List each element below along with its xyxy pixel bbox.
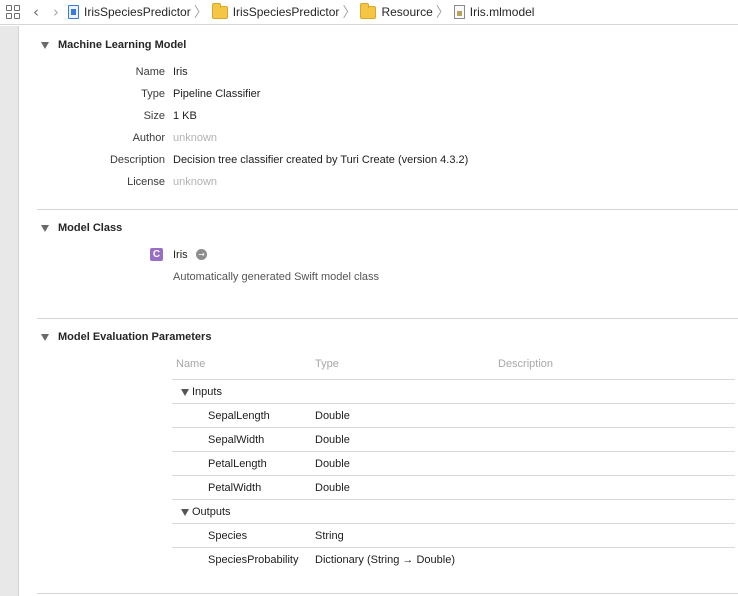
field-value-name: Iris — [173, 66, 188, 78]
row-separator — [172, 427, 735, 428]
group-row-outputs[interactable]: Outputs — [181, 506, 231, 518]
swift-class-icon: C — [150, 248, 163, 261]
breadcrumb-mlmodel-file[interactable]: Iris.mlmodel — [453, 5, 535, 19]
section-divider — [37, 209, 738, 210]
section-title: Machine Learning Model — [58, 39, 187, 51]
param-name: PetalLength — [208, 458, 267, 470]
disclosure-triangle-icon[interactable] — [41, 333, 49, 341]
field-value-description[interactable]: Decision tree classifier created by Turi… — [173, 154, 468, 166]
section-title: Model Evaluation Parameters — [58, 331, 212, 343]
param-type: Double — [315, 434, 350, 446]
field-label-description: Description — [109, 154, 165, 166]
section-header-ml-model[interactable]: Machine Learning Model — [41, 39, 186, 51]
breadcrumb-separator-icon: 〉 — [193, 5, 208, 21]
disclosure-triangle-icon[interactable] — [41, 41, 49, 49]
back-chevron-icon[interactable]: ‹ — [33, 4, 39, 20]
related-items-grid-icon[interactable] — [6, 5, 20, 19]
column-header-type[interactable]: Type — [315, 358, 339, 370]
project-icon — [68, 5, 79, 19]
mlmodel-file-icon — [453, 5, 465, 19]
field-value-license[interactable]: unknown — [173, 176, 217, 188]
group-label: Inputs — [192, 386, 222, 398]
field-value-size: 1 KB — [173, 110, 197, 122]
section-header-eval-params[interactable]: Model Evaluation Parameters — [41, 331, 211, 343]
section-divider — [37, 318, 738, 319]
breadcrumb-label: IrisSpeciesPredictor — [232, 5, 340, 19]
section-divider — [37, 593, 738, 594]
disclosure-triangle-icon[interactable] — [181, 508, 189, 516]
breadcrumb-separator-icon: 〉 — [435, 5, 450, 21]
param-type: String — [315, 530, 344, 542]
disclosure-triangle-icon[interactable] — [41, 224, 49, 232]
breadcrumb-group-folder[interactable]: IrisSpeciesPredictor 〉 — [211, 2, 361, 22]
breadcrumb-label: IrisSpeciesPredictor — [84, 5, 191, 19]
breadcrumb-separator-icon: 〉 — [342, 5, 357, 21]
param-name: SpeciesProbability — [208, 554, 299, 566]
column-header-name[interactable]: Name — [176, 358, 205, 370]
breadcrumb-label: Iris.mlmodel — [469, 5, 535, 19]
field-label-license: License — [127, 176, 165, 188]
field-value-type: Pipeline Classifier — [173, 88, 261, 100]
field-label-author: Author — [132, 132, 165, 144]
field-label-size: Size — [143, 110, 165, 122]
breadcrumb-label: Resource — [381, 5, 433, 19]
row-separator — [172, 475, 735, 476]
table-header-separator — [172, 379, 735, 380]
param-type: Dictionary (String → Double) — [315, 554, 455, 566]
go-to-source-arrow-icon[interactable]: → — [196, 249, 207, 260]
breadcrumb-resource-folder[interactable]: Resource 〉 — [360, 2, 453, 22]
group-row-inputs[interactable]: Inputs — [181, 386, 222, 398]
folder-icon — [211, 2, 228, 19]
row-separator — [172, 451, 735, 452]
field-label-name: Name — [135, 66, 165, 78]
field-label-type: Type — [141, 88, 165, 100]
field-value-author[interactable]: unknown — [173, 132, 217, 144]
jump-bar: ‹ › IrisSpeciesPredictor 〉 IrisSpeciesPr… — [0, 0, 738, 25]
section-title: Model Class — [58, 222, 123, 234]
row-separator — [172, 403, 735, 404]
param-name: Species — [208, 530, 248, 542]
section-header-model-class[interactable]: Model Class — [41, 222, 122, 234]
row-separator — [172, 499, 735, 500]
forward-chevron-icon[interactable]: › — [53, 4, 59, 20]
row-separator — [172, 523, 735, 524]
folder-icon — [360, 2, 377, 19]
row-separator — [172, 547, 735, 548]
param-name: SepalLength — [208, 410, 270, 422]
column-header-description[interactable]: Description — [498, 358, 553, 370]
disclosure-triangle-icon[interactable] — [181, 388, 189, 396]
param-name: SepalWidth — [208, 434, 265, 446]
group-label: Outputs — [192, 506, 231, 518]
model-class-description: Automatically generated Swift model clas… — [173, 271, 380, 283]
param-type: Double — [315, 410, 350, 422]
param-name: PetalWidth — [208, 482, 262, 494]
param-type: Double — [315, 482, 350, 494]
param-type: Double — [315, 458, 350, 470]
breadcrumb-project[interactable]: IrisSpeciesPredictor 〉 — [68, 2, 212, 22]
model-class-name: Iris — [173, 249, 188, 261]
